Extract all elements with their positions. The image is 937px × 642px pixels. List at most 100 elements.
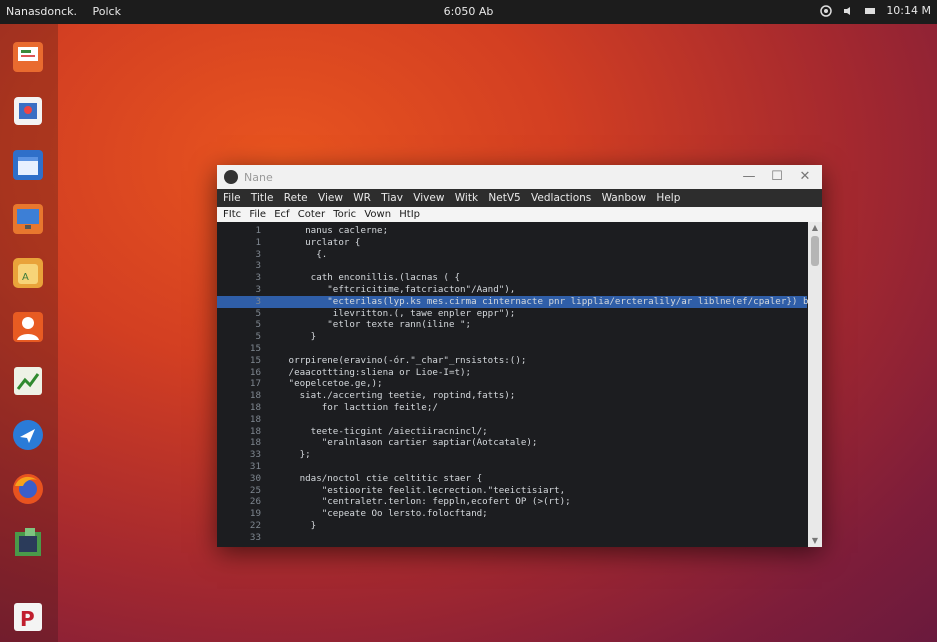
code-line[interactable]: 5 } bbox=[217, 331, 807, 343]
scroll-down-icon[interactable]: ▼ bbox=[808, 535, 822, 547]
code-line[interactable]: 5 ilevritton.(, tawe enpler eppr"); bbox=[217, 308, 807, 320]
sound-icon[interactable] bbox=[842, 5, 854, 17]
code-line[interactable]: 22 } bbox=[217, 520, 807, 532]
maximize-button[interactable]: ☐ bbox=[766, 168, 788, 186]
line-text: ndas/noctol ctie celtitic staer { bbox=[283, 472, 483, 484]
top-panel-time[interactable]: 10:14 M bbox=[886, 4, 931, 17]
menu-rete[interactable]: Rete bbox=[284, 192, 308, 204]
code-line[interactable]: 31 bbox=[217, 461, 807, 473]
code-line[interactable]: 3 bbox=[217, 260, 807, 272]
line-text: siat./accerting teetie, roptind,fatts); bbox=[283, 390, 516, 402]
code-line[interactable]: 3 "eftcricitime,fatcriacton"/Aand"), bbox=[217, 284, 807, 296]
code-line[interactable]: 18 "eralnlason cartier saptiar(Aotcatale… bbox=[217, 437, 807, 449]
code-line[interactable]: 18 for lacttion feitle;/ bbox=[217, 402, 807, 414]
top-panel-app-menu[interactable]: Nanasdonck. bbox=[6, 5, 77, 18]
document-viewer-icon[interactable]: P bbox=[9, 598, 47, 636]
line-number: 31 bbox=[249, 460, 261, 472]
minimize-button[interactable]: — bbox=[738, 168, 760, 186]
primary-menubar: File Title Rete View WR Tiav Vivew Witk … bbox=[217, 189, 822, 207]
menu-witk[interactable]: Witk bbox=[455, 192, 478, 204]
network-icon[interactable] bbox=[820, 4, 833, 17]
menu-tiav[interactable]: Tiav bbox=[381, 192, 403, 204]
menu2-htip[interactable]: HtIp bbox=[399, 209, 420, 220]
code-area[interactable]: 1 nanus caclerne; 1 urclator {3 {. 3 3 cath… bbox=[217, 225, 822, 544]
line-number: 1 bbox=[255, 225, 261, 236]
contacts-icon[interactable] bbox=[9, 308, 47, 346]
terminal-icon[interactable] bbox=[9, 524, 47, 562]
line-text: "centraletr.terlon: feppln,ecofert OP (>… bbox=[283, 496, 571, 508]
code-line[interactable]: 26 "centraletr.terlon: feppln,ecofert OP… bbox=[217, 496, 807, 508]
code-line[interactable]: 33 bbox=[217, 532, 807, 544]
code-line[interactable]: 5 "etlor texte rann(iline "; bbox=[217, 319, 807, 331]
line-text: nanus caclerne; bbox=[283, 225, 389, 236]
close-button[interactable]: ✕ bbox=[794, 168, 816, 186]
code-line[interactable]: 15 orrpirene(eravino(-ór."_char"_rnsisto… bbox=[217, 355, 807, 367]
menu-file[interactable]: File bbox=[223, 192, 241, 204]
menu-wanbow[interactable]: Wanbow bbox=[602, 192, 646, 204]
menu-title[interactable]: Title bbox=[251, 192, 274, 204]
code-line[interactable]: 17 "eopelcetoe.ge,); bbox=[217, 378, 807, 390]
presentation-icon[interactable] bbox=[9, 38, 47, 76]
menu-netv5[interactable]: NetV5 bbox=[488, 192, 520, 204]
top-panel: Nanasdonck. Polck 6:050 Ab 10:14 M bbox=[0, 0, 937, 24]
menu2-ecf[interactable]: Ecf bbox=[274, 209, 289, 220]
code-line[interactable]: 1 urclator { bbox=[217, 237, 807, 249]
firefox-icon[interactable] bbox=[9, 470, 47, 508]
menu-view[interactable]: View bbox=[318, 192, 343, 204]
line-number: 3 bbox=[255, 248, 261, 260]
line-number: 18 bbox=[249, 401, 261, 413]
line-text: {. bbox=[283, 248, 328, 260]
launcher-dock: A P bbox=[0, 24, 58, 642]
navigator-icon[interactable] bbox=[9, 416, 47, 454]
top-panel-clock[interactable]: 6:050 Ab bbox=[444, 5, 494, 18]
monitor-icon[interactable] bbox=[9, 200, 47, 238]
line-number: 3 bbox=[255, 272, 261, 284]
code-line[interactable]: 25 "estioorite feelit.lecrection."teeict… bbox=[217, 485, 807, 497]
line-text: "eftcricitime,fatcriacton"/Aand"), bbox=[283, 283, 516, 295]
code-editor[interactable]: 1 nanus caclerne; 1 urclator {3 {. 3 3 cath… bbox=[217, 222, 822, 547]
menu-vedlactions[interactable]: Vedlactions bbox=[531, 192, 591, 204]
scroll-up-icon[interactable]: ▲ bbox=[808, 222, 822, 234]
menu2-coter[interactable]: Coter bbox=[298, 209, 325, 220]
code-line[interactable]: 19 "cepeate Oo lersto.folocftand; bbox=[217, 508, 807, 520]
files-icon[interactable] bbox=[9, 92, 47, 130]
menu2-vown[interactable]: Vown bbox=[364, 209, 391, 220]
calendar-icon[interactable] bbox=[9, 146, 47, 184]
battery-icon[interactable] bbox=[864, 5, 876, 17]
code-line-selected[interactable]: 3 "ecterilas(lyp.ks mes.cirma cinternact… bbox=[217, 295, 822, 308]
menu2-toric[interactable]: Toric bbox=[333, 209, 356, 220]
secondary-menubar: FItc File Ecf Coter Toric Vown HtIp bbox=[217, 207, 822, 222]
line-text: "etlor texte rann(iline "; bbox=[283, 319, 472, 331]
menu-vivew[interactable]: Vivew bbox=[413, 192, 444, 204]
code-line[interactable]: 18 teete-ticgint /aiectiiracnincl/; bbox=[217, 426, 807, 438]
menu2-fitc[interactable]: FItc bbox=[223, 209, 241, 220]
code-line[interactable]: 16 /eaacottting:sliena or Lioe-I=t); bbox=[217, 367, 807, 379]
code-line[interactable]: 15 bbox=[217, 343, 807, 355]
chart-icon[interactable] bbox=[9, 362, 47, 400]
line-number: 3 bbox=[255, 260, 261, 272]
editor-window: Nane — ☐ ✕ File Title Rete View WR Tiav … bbox=[217, 165, 822, 547]
menu2-file[interactable]: File bbox=[249, 209, 266, 220]
vertical-scrollbar[interactable]: ▲ ▼ bbox=[808, 222, 822, 547]
line-number: 22 bbox=[249, 519, 261, 531]
code-line[interactable]: 33 }; bbox=[217, 449, 807, 461]
line-text: "eralnlason cartier saptiar(Aotcatale); bbox=[283, 437, 538, 449]
code-line[interactable]: 3 cath enconillis.(lacnas ( { bbox=[217, 272, 807, 284]
line-number: 15 bbox=[249, 342, 261, 354]
code-line[interactable]: 30 ndas/noctol ctie celtitic staer { bbox=[217, 473, 807, 485]
menu-help[interactable]: Help bbox=[656, 192, 680, 204]
line-number: 3 bbox=[255, 295, 261, 307]
code-line[interactable]: 18 siat./accerting teetie, roptind,fatts… bbox=[217, 390, 807, 402]
code-line[interactable]: 1 nanus caclerne; bbox=[217, 225, 807, 237]
code-line[interactable]: 18 bbox=[217, 414, 807, 426]
code-line[interactable]: 3 {. bbox=[217, 249, 807, 261]
line-text: for lacttion feitle;/ bbox=[283, 401, 438, 413]
software-center-icon[interactable]: A bbox=[9, 254, 47, 292]
line-number: 15 bbox=[249, 354, 261, 366]
line-text: } bbox=[283, 331, 317, 343]
svg-text:P: P bbox=[20, 607, 35, 631]
scrollbar-thumb[interactable] bbox=[811, 236, 819, 266]
window-titlebar[interactable]: Nane — ☐ ✕ bbox=[217, 165, 822, 189]
top-panel-places-menu[interactable]: Polck bbox=[93, 5, 121, 18]
menu-wr[interactable]: WR bbox=[353, 192, 371, 204]
